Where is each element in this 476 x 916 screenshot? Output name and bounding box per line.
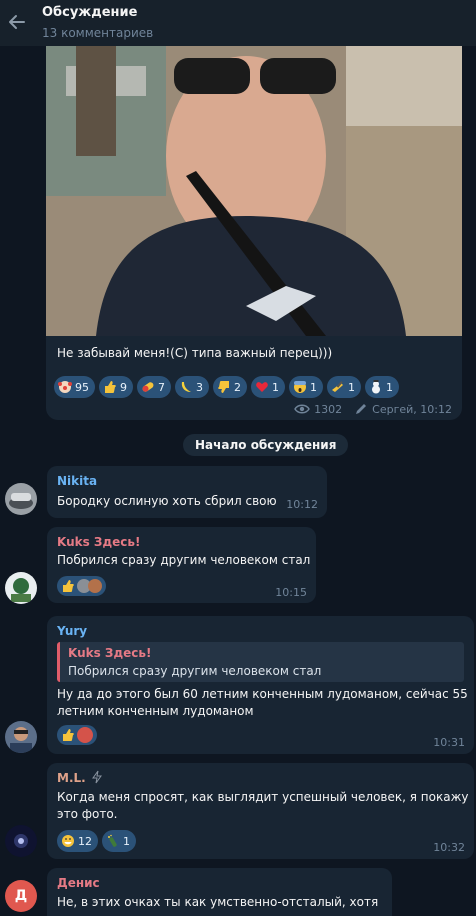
comment-text: Бородку ослиную хоть сбрил свою <box>57 494 277 508</box>
thumbs-down-emoji-icon <box>218 381 229 393</box>
banana-emoji-icon <box>181 382 191 392</box>
reaction-snowman[interactable]: 1 <box>365 376 399 398</box>
channel-post: Не забывай меня!(С) типа важный перец)))… <box>46 46 462 420</box>
comment-author[interactable]: Nikita <box>57 474 97 488</box>
quote-text: Побрился сразу другим человеком стал <box>68 664 322 678</box>
comment-reactions: 12 1 <box>57 830 136 852</box>
back-arrow-icon[interactable] <box>6 11 28 33</box>
reaction-count: 1 <box>386 380 393 394</box>
comment-text-line1: Ну да до этого был 60 летним конченным л… <box>57 687 468 701</box>
reaction-count: 1 <box>348 380 355 394</box>
comment-author[interactable]: Денис <box>57 876 100 890</box>
avatar-ml[interactable] <box>5 825 37 857</box>
post-reactions: 95 9 7 3 2 1 1 1 1 <box>54 376 399 398</box>
reaction-count: 9 <box>120 380 127 394</box>
reaction-count: 3 <box>196 380 203 394</box>
avatar-nikita[interactable] <box>5 483 37 515</box>
comment-bubble[interactable]: Yury Kuks Здесь! Побрился сразу другим ч… <box>47 616 474 754</box>
post-meta: 1302 Сергей, 10:12 <box>294 402 452 416</box>
reaction-thumbs-up[interactable]: 9 <box>99 376 133 398</box>
post-photo[interactable] <box>46 46 462 336</box>
grin-emoji-icon <box>62 835 74 847</box>
eye-icon <box>294 404 310 414</box>
comment-time: 10:31 <box>433 736 465 749</box>
reaction-count: 12 <box>78 834 92 848</box>
reaction-count: 2 <box>234 380 241 394</box>
reactor-avatar <box>88 579 102 593</box>
comment-bubble[interactable]: Kuks Здесь! Побрился сразу другим челове… <box>47 527 316 603</box>
reaction-grin[interactable]: 12 <box>57 830 98 852</box>
lightning-icon <box>92 770 102 784</box>
reaction-count: 95 <box>75 380 89 394</box>
reaction-clown[interactable]: 95 <box>54 376 95 398</box>
champagne-emoji-icon <box>108 834 117 847</box>
thumbs-up-emoji-icon <box>63 580 74 592</box>
comment-text: Не, в этих очках ты как умственно-отстал… <box>57 895 379 916</box>
comment-text-line1: Когда меня спросят, как выглядит успешны… <box>57 790 469 804</box>
pencil-icon <box>356 404 367 414</box>
reactor-avatar <box>77 727 93 743</box>
comment-text-line2: летним конченным лудоманом <box>57 704 254 718</box>
page-title: Обсуждение <box>42 5 138 20</box>
reaction-count: 1 <box>123 834 130 848</box>
reaction-banana[interactable]: 3 <box>175 376 209 398</box>
comment-bubble[interactable]: M.L. Когда меня спросят, как выглядит ус… <box>47 763 474 859</box>
reply-quote[interactable]: Kuks Здесь! Побрился сразу другим челове… <box>57 642 464 682</box>
comment-time: 10:15 <box>275 586 307 599</box>
discussion-start-label: Начало обсуждения <box>183 434 349 456</box>
comment-author[interactable]: M.L. <box>57 771 86 785</box>
scream-emoji-icon <box>294 381 306 393</box>
thumbs-up-emoji-icon <box>105 381 116 393</box>
heart-emoji-icon <box>256 382 268 392</box>
writing-hand-emoji-icon <box>332 381 343 392</box>
reaction-writing-hand[interactable]: 1 <box>327 376 361 398</box>
comment-reaction[interactable] <box>57 576 106 596</box>
clown-emoji-icon <box>58 381 72 393</box>
comment-author[interactable]: Yury <box>57 624 87 638</box>
avatar-denis[interactable]: Д <box>5 880 37 912</box>
selfie-image <box>46 46 462 336</box>
avatar-letter: Д <box>14 888 28 904</box>
snowman-emoji-icon <box>372 380 380 394</box>
reaction-count: 1 <box>310 380 317 394</box>
post-caption: Не забывай меня!(С) типа важный перец))) <box>57 346 333 360</box>
reaction-pill[interactable]: 7 <box>137 376 171 398</box>
comment-text-line2: это фото. <box>57 807 118 821</box>
view-count: 1302 <box>314 402 343 416</box>
comment-time: 10:32 <box>433 841 465 854</box>
comment-count: 13 комментариев <box>42 26 154 40</box>
reaction-scream[interactable]: 1 <box>289 376 323 398</box>
thumbs-up-emoji-icon <box>63 729 74 741</box>
reaction-champagne[interactable]: 1 <box>102 830 136 852</box>
comment-reaction[interactable] <box>57 725 97 745</box>
comment-bubble[interactable]: Денис Не, в этих очках ты как умственно-… <box>47 868 392 916</box>
avatar-yury[interactable] <box>5 721 37 753</box>
avatar-kuks[interactable] <box>5 572 37 604</box>
reaction-count: 7 <box>158 380 165 394</box>
quote-author: Kuks Здесь! <box>68 646 152 660</box>
comment-author[interactable]: Kuks Здесь! <box>57 535 140 549</box>
top-bar: Обсуждение 13 комментариев <box>0 0 476 46</box>
comment-time: 10:12 <box>286 498 318 511</box>
reaction-heart[interactable]: 1 <box>251 376 285 398</box>
reaction-count: 1 <box>272 380 279 394</box>
post-signature: Сергей, 10:12 <box>372 402 452 416</box>
reaction-thumbs-down[interactable]: 2 <box>213 376 247 398</box>
comment-text: Побрился сразу другим человеком стал <box>57 553 311 567</box>
pill-emoji-icon <box>142 382 154 392</box>
comment-bubble[interactable]: Nikita Бородку ослиную хоть сбрил свою 1… <box>47 466 327 518</box>
